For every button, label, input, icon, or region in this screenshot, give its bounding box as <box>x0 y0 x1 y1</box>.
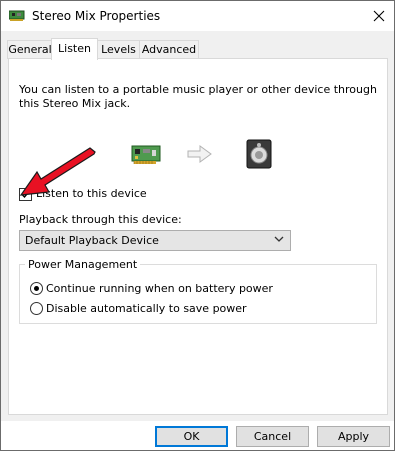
power-management-title: Power Management <box>25 258 141 271</box>
chevron-down-icon <box>274 236 284 242</box>
tab-general[interactable]: General <box>7 40 53 59</box>
radio-selected-dot <box>34 286 39 291</box>
close-button[interactable] <box>368 5 390 27</box>
tab-advanced[interactable]: Advanced <box>139 40 199 59</box>
speaker-icon <box>246 139 272 169</box>
apply-button[interactable]: Apply <box>317 426 390 447</box>
dialog-window: Stereo Mix Properties General Listen Lev… <box>0 0 395 451</box>
playback-device-value: Default Playback Device <box>25 234 159 247</box>
radio-continue-running[interactable] <box>30 282 43 295</box>
playback-device-dropdown[interactable]: Default Playback Device <box>19 230 291 251</box>
annotation-arrow-icon <box>19 147 96 196</box>
sound-card-icon <box>131 145 161 164</box>
tab-listen[interactable]: Listen <box>51 38 98 60</box>
radio-continue-running-label[interactable]: Continue running when on battery power <box>46 282 273 295</box>
title-bar[interactable]: Stereo Mix Properties <box>1 1 394 31</box>
arrow-right-icon <box>187 145 212 163</box>
radio-disable-automatically-label[interactable]: Disable automatically to save power <box>46 302 247 315</box>
tab-levels[interactable]: Levels <box>97 40 140 59</box>
listen-description: You can listen to a portable music playe… <box>19 83 377 110</box>
sound-card-icon <box>9 10 25 21</box>
playback-label: Playback through this device: <box>19 213 182 226</box>
close-icon <box>373 10 385 22</box>
ok-button[interactable]: OK <box>155 426 228 447</box>
radio-disable-automatically[interactable] <box>30 302 43 315</box>
cancel-button[interactable]: Cancel <box>236 426 309 447</box>
window-title: Stereo Mix Properties <box>32 9 161 23</box>
